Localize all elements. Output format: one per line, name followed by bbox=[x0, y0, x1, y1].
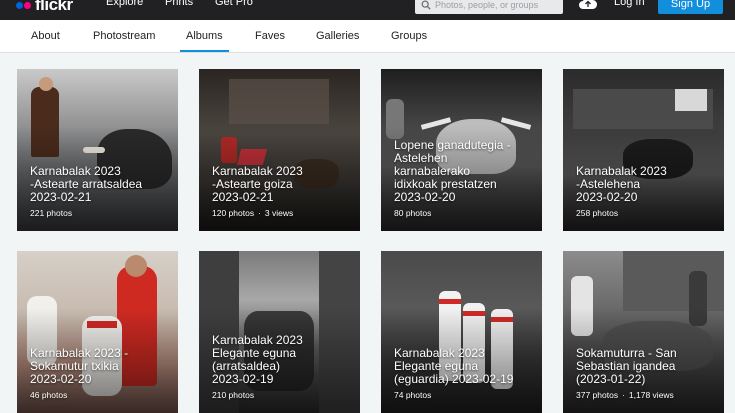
album-title: Karnabalak 2023 -Astearte arratsaldea 20… bbox=[30, 165, 170, 204]
album-info: Karnabalak 2023 -Astearte goiza 2023-02-… bbox=[212, 165, 352, 219]
album-info: Karnabalak 2023 Elegante eguna (arratsal… bbox=[212, 334, 352, 401]
album-info: Karnabalak 2023 -Astearte arratsaldea 20… bbox=[30, 165, 170, 219]
profile-tab-bar: About Photostream Albums Faves Galleries… bbox=[0, 20, 735, 53]
album-photo-count: 377 photos bbox=[576, 390, 619, 400]
nav-explore-link[interactable]: Explore bbox=[106, 0, 143, 8]
album-title-line: 2023-02-20 bbox=[30, 372, 92, 386]
album-title-line: 2023-02-19 bbox=[212, 372, 274, 386]
tab-faves[interactable]: Faves bbox=[255, 30, 285, 42]
album-card[interactable]: Karnabalak 2023 Elegante eguna (arratsal… bbox=[199, 251, 360, 413]
album-title-line: 2023-02-20 bbox=[394, 190, 456, 204]
search-icon bbox=[421, 0, 431, 10]
sign-up-button[interactable]: Sign Up bbox=[658, 0, 723, 14]
cloud-upload-icon[interactable] bbox=[578, 0, 598, 10]
search-box[interactable] bbox=[415, 0, 563, 14]
album-meta: 221 photos bbox=[30, 208, 170, 218]
album-meta: 120 photos3 views bbox=[212, 208, 352, 218]
tab-albums[interactable]: Albums bbox=[180, 30, 229, 52]
album-card[interactable]: Sokamuturra - San Sebastian igandea (202… bbox=[563, 251, 724, 413]
album-photo-count: 46 photos bbox=[30, 390, 68, 400]
album-info: Sokamuturra - San Sebastian igandea (202… bbox=[576, 347, 716, 401]
album-title: Sokamuturra - San Sebastian igandea (202… bbox=[576, 347, 716, 386]
album-title-line: 2023-02-21 bbox=[212, 190, 274, 204]
top-navigation-bar: flickr Explore Prints Get Pro Log In Sig… bbox=[0, 0, 735, 20]
album-meta: 74 photos bbox=[394, 390, 534, 400]
album-card[interactable]: Karnabalak 2023 -Astearte arratsaldea 20… bbox=[17, 69, 178, 231]
album-title: Karnabalak 2023 Elegante eguna (arratsal… bbox=[212, 334, 352, 386]
album-title: Karnabalak 2023 Elegante eguna (eguardia… bbox=[394, 347, 534, 386]
logo-text: flickr bbox=[35, 0, 73, 14]
logo-blue-dot bbox=[16, 1, 23, 9]
album-photo-count: 210 photos bbox=[212, 390, 255, 400]
album-info: Karnabalak 2023 -Astelehena 2023-02-20 2… bbox=[576, 165, 716, 219]
album-title: Karnabalak 2023 -Astearte goiza 2023-02-… bbox=[212, 165, 352, 204]
album-meta: 258 photos bbox=[576, 208, 716, 218]
album-meta: 46 photos bbox=[30, 390, 170, 400]
album-meta: 377 photos1,178 views bbox=[576, 390, 716, 400]
nav-prints-link[interactable]: Prints bbox=[165, 0, 193, 8]
album-card[interactable]: Lopene ganadutegia - Astelehen karnabale… bbox=[381, 69, 542, 231]
album-title-line: (2023-01-22) bbox=[576, 372, 646, 386]
album-title: Karnabalak 2023 - Sokamutur txikia 2023-… bbox=[30, 347, 170, 386]
tab-about[interactable]: About bbox=[31, 30, 60, 42]
album-view-count: 1,178 views bbox=[618, 390, 674, 400]
album-info: Karnabalak 2023 - Sokamutur txikia 2023-… bbox=[30, 347, 170, 401]
album-title: Lopene ganadutegia - Astelehen karnabale… bbox=[394, 139, 534, 204]
album-info: Lopene ganadutegia - Astelehen karnabale… bbox=[394, 139, 534, 219]
search-input[interactable] bbox=[435, 0, 555, 10]
album-photo-count: 120 photos bbox=[212, 208, 255, 218]
album-title-line: (eguardia) 2023-02-19 bbox=[394, 372, 514, 386]
album-card[interactable]: Karnabalak 2023 Elegante eguna (eguardia… bbox=[381, 251, 542, 413]
album-card[interactable]: Karnabalak 2023 -Astearte goiza 2023-02-… bbox=[199, 69, 360, 231]
album-photo-count: 221 photos bbox=[30, 208, 73, 218]
album-photo-count: 74 photos bbox=[394, 390, 432, 400]
logo-pink-dot bbox=[24, 1, 31, 9]
tab-galleries[interactable]: Galleries bbox=[316, 30, 359, 42]
album-title-line: 2023-02-21 bbox=[30, 190, 92, 204]
album-view-count: 3 views bbox=[254, 208, 293, 218]
flickr-logo[interactable]: flickr bbox=[16, 0, 73, 16]
album-photo-count: 80 photos bbox=[394, 208, 432, 218]
album-card[interactable]: Karnabalak 2023 -Astelehena 2023-02-20 2… bbox=[563, 69, 724, 231]
tab-groups[interactable]: Groups bbox=[391, 30, 427, 42]
album-title: Karnabalak 2023 -Astelehena 2023-02-20 bbox=[576, 165, 716, 204]
album-meta: 210 photos bbox=[212, 390, 352, 400]
album-photo-count: 258 photos bbox=[576, 208, 619, 218]
album-title-line: 2023-02-20 bbox=[576, 190, 638, 204]
tab-photostream[interactable]: Photostream bbox=[93, 30, 155, 42]
album-info: Karnabalak 2023 Elegante eguna (eguardia… bbox=[394, 347, 534, 401]
login-link[interactable]: Log In bbox=[614, 0, 645, 8]
album-card[interactable]: Karnabalak 2023 - Sokamutur txikia 2023-… bbox=[17, 251, 178, 413]
album-meta: 80 photos bbox=[394, 208, 534, 218]
nav-get-pro-link[interactable]: Get Pro bbox=[215, 0, 253, 8]
